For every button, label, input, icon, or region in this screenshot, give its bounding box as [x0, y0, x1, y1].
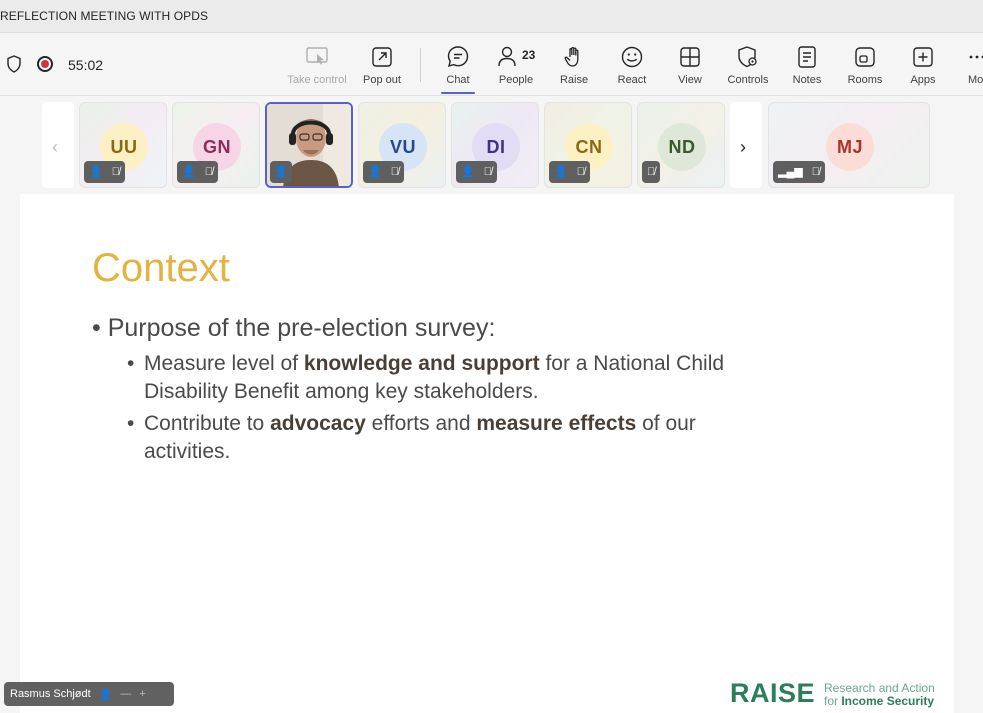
notes-icon	[798, 46, 816, 68]
title-bar: REFLECTION MEETING WITH OPDS	[0, 0, 983, 33]
mic-muted-icon: 🎙̸	[390, 166, 399, 178]
people-button[interactable]: 23 People	[486, 42, 546, 88]
toolbar-separator	[420, 48, 421, 82]
participant-tile-di[interactable]: DI 👤 🎙̸	[451, 102, 539, 188]
participant-tile-gn[interactable]: GN 👤 🎙̸	[172, 102, 260, 188]
bullet-dot: •	[127, 412, 135, 435]
participant-status-badge: 🎙̸	[642, 161, 661, 183]
participant-status-badge: 👤 🎙̸	[456, 161, 497, 183]
meeting-timer: 55:02	[68, 57, 104, 73]
participant-status-badge: 👤 🎙̸	[84, 161, 125, 183]
shield-gear-icon	[738, 46, 757, 68]
presenter-name: Rasmus Schjødt	[10, 688, 91, 700]
strip-prev-button[interactable]: ‹	[42, 102, 74, 188]
recording-indicator-icon	[37, 56, 53, 72]
guest-icon: 👤	[461, 166, 475, 178]
apps-button[interactable]: Apps	[893, 42, 953, 88]
chat-icon	[447, 46, 469, 68]
guest-icon: 👤	[274, 166, 288, 178]
rooms-button[interactable]: Rooms	[835, 42, 895, 88]
more-button[interactable]: Mo	[951, 42, 983, 88]
chat-button[interactable]: Chat	[428, 42, 488, 94]
avatar: MJ	[826, 123, 874, 171]
participant-status-badge: 👤 🎙̸	[177, 161, 218, 183]
guest-icon: 👤	[98, 688, 113, 701]
mic-muted-icon: 🎙̸	[576, 166, 585, 178]
signal-bars-icon: ▂▄▆	[778, 166, 803, 178]
participant-status-badge: 👤 🎙̸	[549, 161, 590, 183]
mic-muted-icon: 🎙̸	[811, 166, 820, 178]
participant-tile-uu[interactable]: UU 👤 🎙̸	[79, 102, 167, 188]
participant-status-badge: 👤 🎙̸	[363, 161, 404, 183]
participant-tile-mj[interactable]: MJ ▂▄▆ 🎙̸	[768, 102, 930, 188]
react-button[interactable]: React	[602, 42, 662, 88]
presenter-name-tag: Rasmus Schjødt 👤 — +	[4, 682, 174, 706]
slide-bullet-1: • Purpose of the pre-election survey:	[92, 314, 496, 342]
avatar: ND	[658, 123, 706, 171]
smiley-icon	[621, 46, 643, 68]
guest-icon: 👤	[182, 166, 196, 178]
raise-hand-icon	[564, 46, 579, 67]
notes-button[interactable]: Notes	[777, 42, 837, 88]
people-icon	[498, 46, 516, 67]
minimize-icon[interactable]: —	[120, 688, 131, 700]
take-control-button[interactable]: Take control	[287, 42, 347, 88]
participant-tile-nd[interactable]: ND 🎙̸	[637, 102, 725, 188]
rooms-icon	[855, 47, 875, 67]
meeting-title: REFLECTION MEETING WITH OPDS	[0, 9, 209, 23]
people-count: 23	[522, 48, 536, 62]
chevron-right-icon: ›	[740, 137, 746, 157]
shield-icon[interactable]	[6, 55, 22, 73]
mic-muted-icon: 🎙̸	[111, 166, 120, 178]
plus-icon[interactable]: +	[139, 688, 145, 700]
guest-icon: 👤	[554, 166, 568, 178]
participant-tile-vu[interactable]: VU 👤 🎙̸	[358, 102, 446, 188]
mic-muted-icon: 🎙̸	[483, 166, 492, 178]
take-control-icon	[306, 47, 328, 65]
controls-button[interactable]: Controls	[718, 42, 778, 88]
mic-muted-icon: 🎙̸	[647, 166, 656, 178]
strip-next-button[interactable]: ›	[730, 102, 762, 188]
add-apps-icon	[913, 47, 933, 67]
bullet-dot: •	[92, 314, 108, 342]
participant-status-badge: ▂▄▆ 🎙̸	[773, 161, 825, 183]
raise-logo: RAISE Research and Action for Income Sec…	[730, 678, 935, 708]
chevron-left-icon: ‹	[52, 137, 58, 157]
view-button[interactable]: View	[660, 42, 720, 88]
guest-icon: 👤	[368, 166, 382, 178]
participant-strip: ‹ UU 👤 🎙̸ GN 👤 🎙̸ 👤 VU 👤 🎙̸ DI 👤 🎙̸ CN 👤…	[0, 96, 983, 194]
guest-icon: 👤	[89, 166, 103, 178]
slide-sub-bullet-1: • Measure level of knowledge and support…	[127, 352, 725, 403]
bullet-dot: •	[127, 352, 135, 375]
more-dots-icon	[969, 55, 983, 59]
grid-view-icon	[680, 47, 700, 67]
participant-tile-cn[interactable]: CN 👤 🎙̸	[544, 102, 632, 188]
slide-sub-bullet-2: • Contribute to advocacy efforts and mea…	[127, 412, 696, 463]
slide-heading: Context	[92, 246, 230, 290]
raise-hand-button[interactable]: Raise	[544, 42, 604, 88]
shared-slide: Context • Purpose of the pre-election su…	[20, 194, 954, 713]
participant-tile-video[interactable]: 👤	[265, 102, 353, 188]
pop-out-button[interactable]: Pop out	[352, 42, 412, 88]
participant-status-badge: 👤	[270, 161, 292, 183]
meeting-toolbar: 55:02 Take control Pop out Chat 23 Peopl…	[0, 33, 983, 96]
pop-out-icon	[372, 47, 392, 67]
mic-muted-icon: 🎙̸	[204, 166, 213, 178]
